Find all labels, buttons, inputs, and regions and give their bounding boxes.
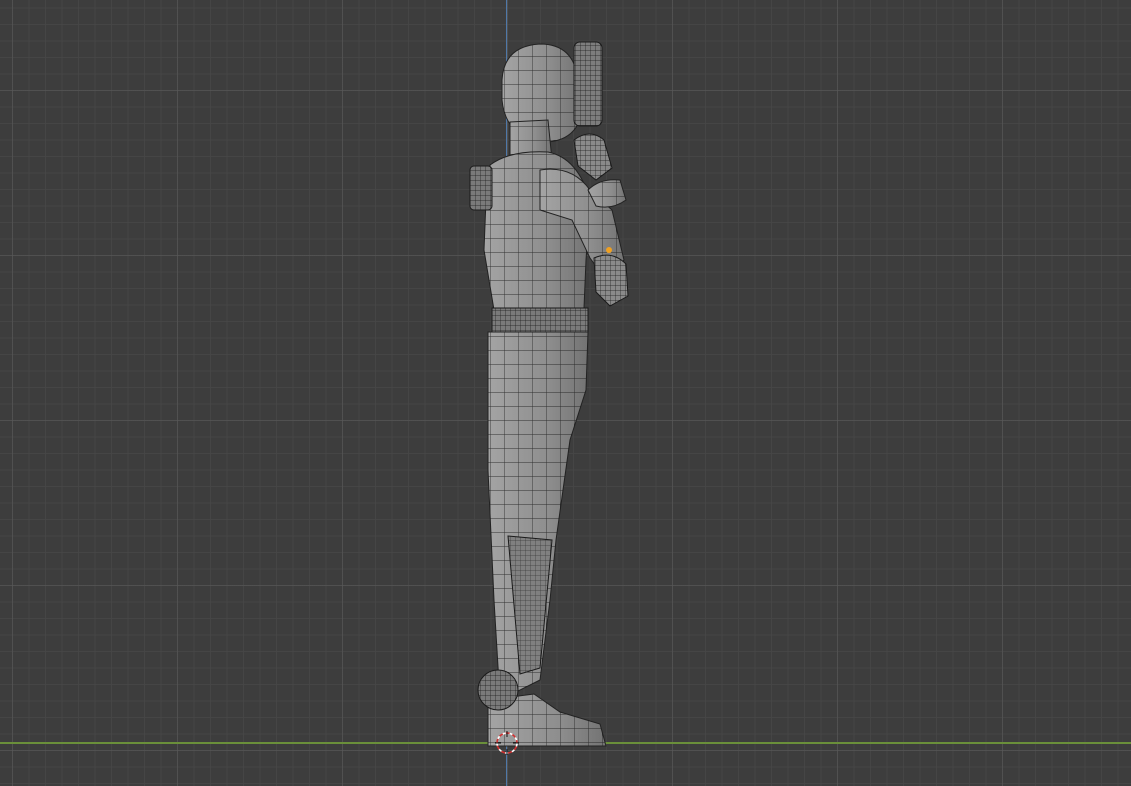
3d-cursor-icon[interactable] — [495, 731, 519, 755]
character-mesh[interactable] — [0, 0, 1131, 786]
belt-mesh — [491, 307, 589, 333]
3d-viewport[interactable] — [0, 0, 1131, 786]
leg-mesh — [487, 331, 589, 701]
object-origin-dot[interactable] — [606, 247, 612, 253]
